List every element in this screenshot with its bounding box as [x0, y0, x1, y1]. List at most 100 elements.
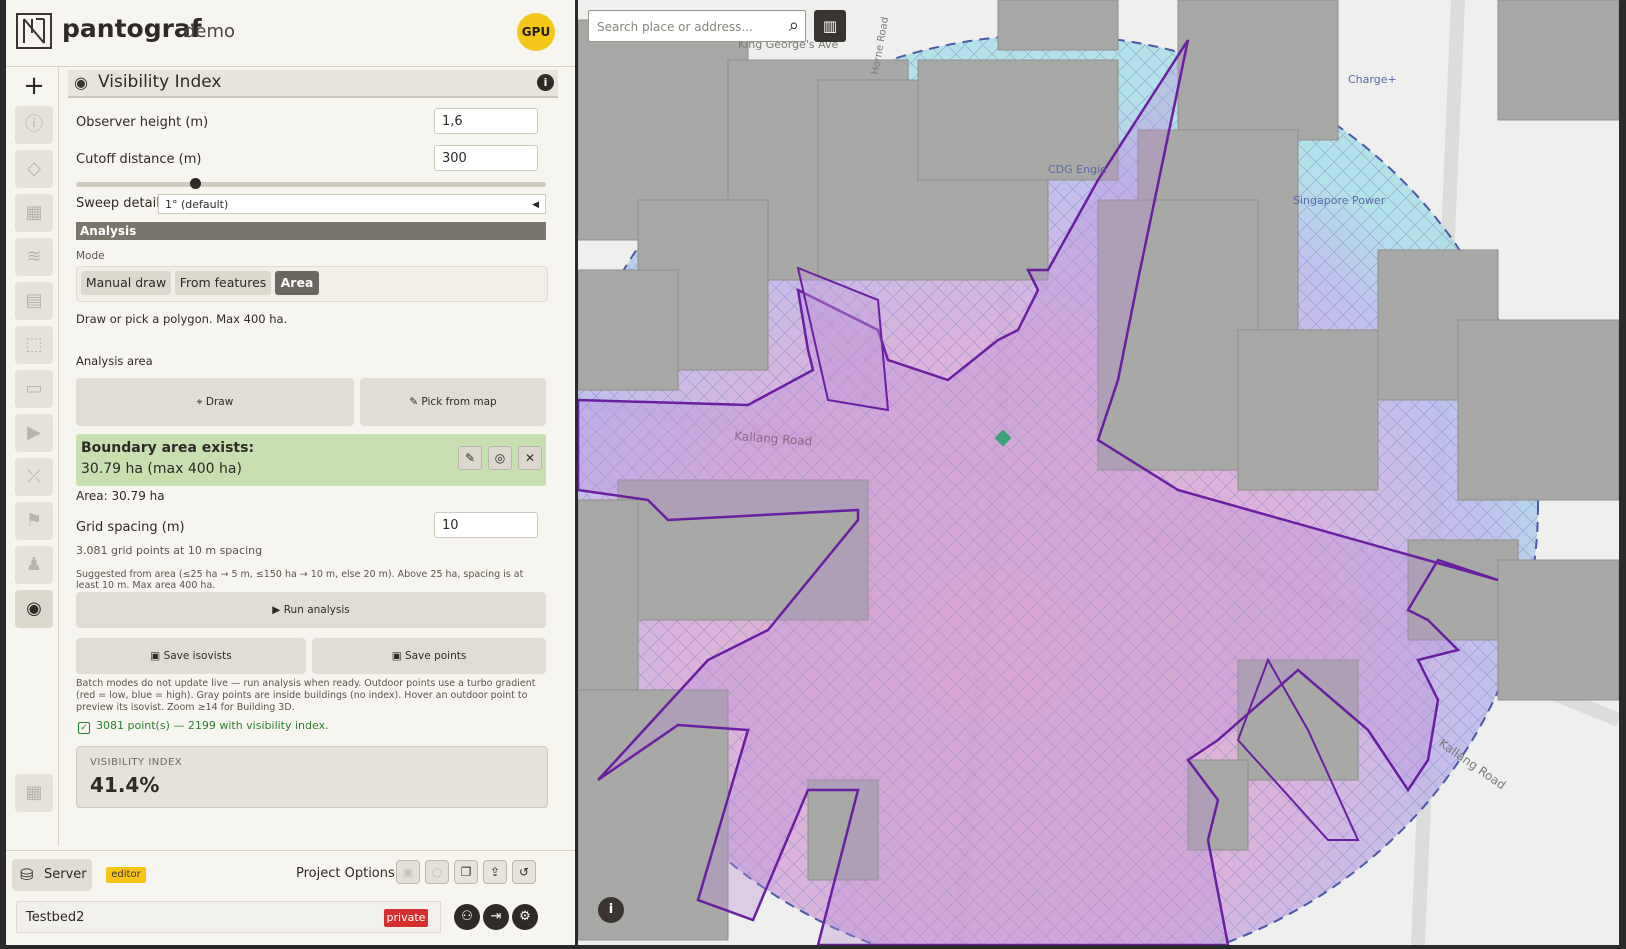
database-icon: ⛁: [20, 865, 34, 884]
cutoff-slider-knob[interactable]: [190, 178, 201, 189]
locate-boundary-icon[interactable]: ◎: [488, 446, 512, 470]
draw-button[interactable]: ⌖ Draw: [76, 378, 354, 426]
save-points-label: Save points: [404, 650, 467, 662]
editor-badge: editor: [106, 867, 146, 883]
tag-icon[interactable]: ◇: [15, 150, 53, 188]
draw-icon: ⌖: [196, 396, 206, 408]
server-label: Server: [44, 867, 87, 882]
caret-left-icon: ◀: [532, 200, 539, 210]
project-name-field[interactable]: Testbed2: [16, 901, 441, 933]
pick-from-map-button[interactable]: ✎ Pick from map: [360, 378, 546, 426]
gpu-badge[interactable]: GPU: [517, 13, 555, 51]
boundary-value: 30.79 ha (max 400 ha): [81, 461, 242, 477]
refresh-icon[interactable]: ○: [425, 860, 449, 884]
tool-rail: + ⓘ ◇ ▦ ≋ ▤ ⬚ ▭ ▶ ⤫ ⚑ ♟ ◉ ▦: [6, 66, 59, 846]
pencil-icon: ✎: [409, 396, 422, 408]
map-info-icon[interactable]: i: [598, 897, 624, 923]
edit-boundary-icon[interactable]: ✎: [458, 446, 482, 470]
observer-height-input[interactable]: 1,6: [434, 108, 538, 134]
logout-icon[interactable]: ⇥: [483, 904, 509, 930]
map-view[interactable]: King George's Ave Horne Road Charge+ CDG…: [578, 0, 1619, 945]
save-isovists-label: Save isovists: [163, 650, 232, 662]
check-icon: ✓: [78, 722, 90, 734]
pantograf-logo: [16, 13, 52, 49]
analysis-area-label: Analysis area: [76, 354, 153, 368]
visibility-index-value: 41.4%: [90, 773, 160, 797]
info-panel-icon[interactable]: ⓘ: [15, 106, 53, 144]
search-box[interactable]: Search place or address... ⌕: [588, 10, 806, 42]
info-icon[interactable]: i: [537, 74, 554, 91]
book-icon[interactable]: ▥: [814, 10, 846, 42]
mode-manual-draw[interactable]: Manual draw: [81, 271, 171, 295]
side-panel: pantograf demo GPU + ⓘ ◇ ▦ ≋ ▤ ⬚ ▭ ▶ ⤫ ⚑…: [6, 0, 575, 945]
app-header: pantograf demo GPU: [6, 0, 575, 67]
save-points-button[interactable]: ▣ Save points: [312, 638, 546, 674]
footer: ⛁ Server editor Project Options: ▣ ○ ❐ ⇪…: [6, 850, 575, 946]
grid-points-text: 3.081 grid points at 10 m spacing: [76, 544, 263, 557]
clear-boundary-icon[interactable]: ✕: [518, 446, 542, 470]
share-icon[interactable]: ⇪: [483, 860, 507, 884]
play-icon: ▶: [272, 604, 284, 616]
observer-height-label: Observer height (m): [76, 115, 209, 130]
project-options-label: Project Options:: [296, 866, 400, 881]
flag-icon[interactable]: ⚑: [15, 502, 53, 540]
section-header: ◉ Visibility Index i: [68, 70, 558, 98]
search-placeholder: Search place or address...: [597, 20, 753, 34]
map-icon[interactable]: ▦: [15, 194, 53, 232]
document-icon[interactable]: ▤: [15, 282, 53, 320]
server-button[interactable]: ⛁ Server: [12, 859, 92, 891]
grid-suggestion-text: Suggested from area (≤25 ha → 5 m, ≤150 …: [76, 569, 524, 591]
eye-icon: ◉: [74, 73, 88, 92]
save-project-icon[interactable]: ▣: [396, 860, 420, 884]
mode-label: Mode: [76, 250, 105, 262]
private-badge[interactable]: private: [384, 909, 428, 927]
layers-icon[interactable]: ≋: [15, 238, 53, 276]
boundary-title: Boundary area exists:: [81, 440, 255, 456]
boundary-banner: Boundary area exists: 30.79 ha (max 400 …: [76, 434, 546, 486]
dashboard-icon[interactable]: ▦: [15, 774, 53, 812]
person-icon[interactable]: ♟: [15, 546, 53, 584]
area-text: Area: 30.79 ha: [76, 489, 165, 503]
route-icon[interactable]: ⤫: [15, 458, 53, 496]
draw-button-label: Draw: [205, 396, 234, 408]
run-analysis-label: Run analysis: [283, 604, 350, 616]
pick-from-map-label: Pick from map: [421, 396, 497, 408]
cutoff-distance-label: Cutoff distance (m): [76, 152, 202, 167]
sweep-detail-label: Sweep detail: [76, 196, 160, 211]
settings-icon[interactable]: ⚙: [512, 904, 538, 930]
mode-from-features[interactable]: From features: [175, 271, 271, 295]
brand-name: pantograf: [62, 14, 202, 43]
mode-area[interactable]: Area: [275, 271, 319, 295]
analysis-header: Analysis: [76, 222, 546, 240]
window-frame-bottom: [0, 945, 1626, 949]
search-icon[interactable]: ⌕: [789, 15, 799, 36]
window-frame-right: [1619, 0, 1626, 949]
brand-subtitle: demo: [184, 21, 236, 42]
save-icon: ▣: [150, 650, 164, 662]
folder-icon[interactable]: ▭: [15, 370, 53, 408]
select-cursor-icon[interactable]: ⬚: [15, 326, 53, 364]
video-icon[interactable]: ▶: [15, 414, 53, 452]
sweep-detail-value: 1° (default): [165, 198, 229, 211]
history-icon[interactable]: ↺: [512, 860, 536, 884]
result-line: 3081 point(s) — 2199 with visibility ind…: [96, 719, 329, 732]
cutoff-distance-input[interactable]: 300: [434, 145, 538, 171]
visibility-eye-icon[interactable]: ◉: [15, 590, 53, 628]
visibility-index-caption: VISIBILITY INDEX: [90, 757, 183, 768]
poi-label: CDG Engie: [1048, 163, 1107, 176]
visibility-index-box: VISIBILITY INDEX 41.4%: [76, 746, 548, 808]
batch-note: Batch modes do not update live — run ana…: [76, 678, 536, 713]
sweep-detail-select[interactable]: 1° (default) ◀: [158, 194, 546, 214]
poi-label: Charge+: [1348, 73, 1397, 86]
add-icon[interactable]: +: [15, 68, 53, 106]
grid-spacing-label: Grid spacing (m): [76, 520, 185, 535]
run-analysis-button[interactable]: ▶ Run analysis: [76, 592, 546, 628]
copy-icon[interactable]: ❐: [454, 860, 478, 884]
cutoff-slider-track[interactable]: [76, 182, 546, 187]
map-canvas[interactable]: King George's Ave Horne Road Charge+ CDG…: [578, 0, 1619, 945]
grid-spacing-input[interactable]: 10: [434, 512, 538, 538]
poi-label: Singapore Power: [1293, 194, 1386, 207]
save-isovists-button[interactable]: ▣ Save isovists: [76, 638, 306, 674]
mode-selector: Manual draw From features Area: [76, 266, 548, 302]
collaborators-icon[interactable]: ⚇: [454, 904, 480, 930]
